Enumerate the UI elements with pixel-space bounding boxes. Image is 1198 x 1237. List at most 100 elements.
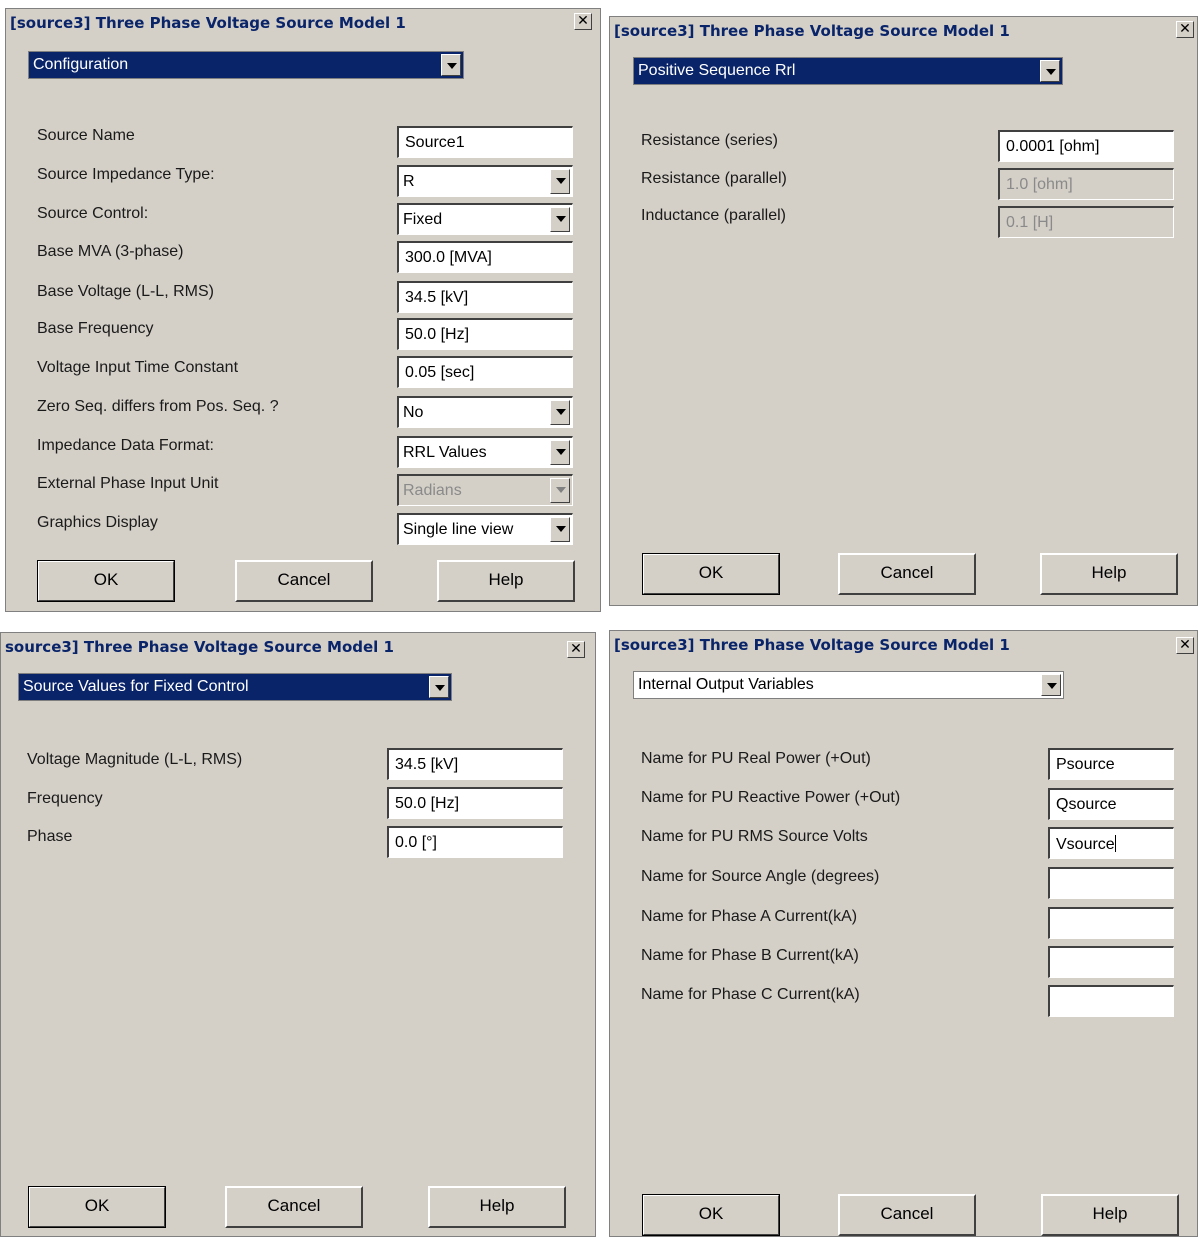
category-select[interactable]: Positive Sequence Rrl: [633, 57, 1063, 85]
pu-real-power-input[interactable]: Psource: [1048, 748, 1174, 780]
category-select[interactable]: Configuration: [28, 51, 464, 79]
dialog-title: source3] Three Phase Voltage Source Mode…: [5, 638, 394, 656]
time-constant-input[interactable]: 0.05 [sec]: [397, 356, 573, 388]
dialog-title: [source3] Three Phase Voltage Source Mod…: [614, 22, 1010, 40]
field-label: Resistance (parallel): [641, 170, 787, 187]
chevron-down-icon[interactable]: [550, 440, 570, 465]
chevron-down-icon[interactable]: [550, 207, 570, 232]
cancel-button[interactable]: Cancel: [225, 1186, 363, 1228]
dialog-title: [source3] Three Phase Voltage Source Mod…: [614, 636, 1010, 654]
field-value: 34.5 [kV]: [405, 289, 469, 306]
field-label: Voltage Magnitude (L-L, RMS): [27, 751, 243, 768]
cancel-button[interactable]: Cancel: [838, 553, 976, 595]
chevron-down-icon[interactable]: [1040, 60, 1060, 82]
cancel-button[interactable]: Cancel: [838, 1194, 976, 1236]
category-select-value: Source Values for Fixed Control: [23, 678, 249, 695]
ok-button[interactable]: OK: [28, 1186, 166, 1228]
field-label: Name for PU Real Power (+Out): [641, 750, 871, 767]
phase-unit-select: Radians: [397, 474, 573, 506]
dialog-title: [source3] Three Phase Voltage Source Mod…: [10, 14, 406, 32]
field-value: 0.0 [°]: [395, 834, 437, 851]
pu-reactive-power-input[interactable]: Qsource: [1048, 788, 1174, 820]
cancel-button[interactable]: Cancel: [235, 560, 373, 602]
field-label: Name for Phase B Current(kA): [641, 947, 859, 964]
chevron-down-icon[interactable]: [441, 54, 461, 76]
field-label: Base Voltage (L-L, RMS): [37, 283, 214, 300]
close-button[interactable]: ✕: [574, 13, 592, 30]
impedance-type-select[interactable]: R: [397, 165, 573, 197]
base-voltage-input[interactable]: 34.5 [kV]: [397, 281, 573, 313]
help-button[interactable]: Help: [1041, 1194, 1179, 1236]
phase-b-current-input[interactable]: [1048, 946, 1174, 978]
close-button[interactable]: ✕: [1176, 21, 1194, 38]
close-button[interactable]: ✕: [567, 641, 585, 658]
field-label: Phase: [27, 828, 73, 845]
dialog-positive-sequence: [source3] Three Phase Voltage Source Mod…: [609, 16, 1198, 606]
base-frequency-input[interactable]: 50.0 [Hz]: [397, 318, 573, 350]
close-button[interactable]: ✕: [1176, 637, 1194, 654]
source-angle-input[interactable]: [1048, 867, 1174, 899]
ok-button[interactable]: OK: [642, 1194, 780, 1236]
field-label: Name for PU Reactive Power (+Out): [641, 789, 901, 806]
category-select[interactable]: Internal Output Variables: [633, 671, 1064, 699]
chevron-down-icon[interactable]: [429, 676, 449, 698]
ok-button[interactable]: OK: [37, 560, 175, 602]
category-select[interactable]: Source Values for Fixed Control: [18, 673, 452, 701]
field-value: Psource: [1056, 756, 1115, 773]
dialog-configuration: [source3] Three Phase Voltage Source Mod…: [5, 8, 601, 612]
resistance-parallel-input: 1.0 [ohm]: [998, 168, 1174, 200]
close-icon: ✕: [1179, 21, 1191, 37]
field-value: Qsource: [1056, 796, 1117, 813]
help-button[interactable]: Help: [1040, 553, 1178, 595]
field-value: 50.0 [Hz]: [405, 326, 470, 343]
base-mva-input[interactable]: 300.0 [MVA]: [397, 241, 573, 273]
chevron-down-icon[interactable]: [550, 517, 570, 542]
phase-input[interactable]: 0.0 [°]: [387, 826, 563, 858]
frequency-input[interactable]: 50.0 [Hz]: [387, 787, 563, 819]
field-label: Inductance (parallel): [641, 207, 786, 224]
dialog-output-variables: [source3] Three Phase Voltage Source Mod…: [609, 630, 1198, 1237]
field-label: Graphics Display: [37, 514, 158, 531]
field-value: Source1: [405, 134, 465, 151]
field-value: Single line view: [403, 521, 514, 538]
source-control-select[interactable]: Fixed: [397, 203, 573, 235]
field-label: Resistance (series): [641, 132, 778, 149]
phase-a-current-input[interactable]: [1048, 907, 1174, 939]
field-value: No: [403, 404, 424, 421]
chevron-down-icon: [550, 478, 570, 503]
chevron-down-icon[interactable]: [550, 400, 570, 425]
graphics-display-select[interactable]: Single line view: [397, 513, 573, 545]
field-label: Base MVA (3-phase): [37, 243, 184, 260]
field-value: RRL Values: [403, 444, 487, 461]
zero-seq-select[interactable]: No: [397, 396, 573, 428]
field-label: Voltage Input Time Constant: [37, 359, 239, 376]
help-button[interactable]: Help: [428, 1186, 566, 1228]
impedance-format-select[interactable]: RRL Values: [397, 436, 573, 468]
close-icon: ✕: [1179, 637, 1191, 653]
phase-c-current-input[interactable]: [1048, 985, 1174, 1017]
field-value: R: [403, 173, 415, 190]
title-bar[interactable]: source3] Three Phase Voltage Source Mode…: [1, 633, 595, 661]
field-label: Source Impedance Type:: [37, 166, 215, 183]
field-label: External Phase Input Unit: [37, 475, 219, 492]
close-icon: ✕: [570, 641, 582, 657]
category-select-value: Internal Output Variables: [638, 676, 814, 693]
close-icon: ✕: [577, 13, 589, 29]
field-label: Source Name: [37, 127, 135, 144]
text-caret: [1114, 835, 1116, 852]
field-value: 34.5 [kV]: [395, 756, 459, 773]
chevron-down-icon[interactable]: [1041, 674, 1061, 696]
source-name-input[interactable]: Source1: [397, 126, 573, 158]
chevron-down-icon[interactable]: [550, 169, 570, 194]
category-select-value: Positive Sequence Rrl: [638, 62, 796, 79]
field-value: 0.05 [sec]: [405, 364, 475, 381]
pu-rms-volts-input[interactable]: Vsource: [1048, 827, 1174, 859]
voltage-magnitude-input[interactable]: 34.5 [kV]: [387, 748, 563, 780]
title-bar[interactable]: [source3] Three Phase Voltage Source Mod…: [610, 631, 1197, 659]
help-button[interactable]: Help: [437, 560, 575, 602]
ok-button[interactable]: OK: [642, 553, 780, 595]
title-bar[interactable]: [source3] Three Phase Voltage Source Mod…: [610, 17, 1197, 45]
title-bar[interactable]: [source3] Three Phase Voltage Source Mod…: [6, 9, 600, 37]
field-value: Radians: [403, 482, 462, 499]
resistance-series-input[interactable]: 0.0001 [ohm]: [998, 130, 1174, 162]
